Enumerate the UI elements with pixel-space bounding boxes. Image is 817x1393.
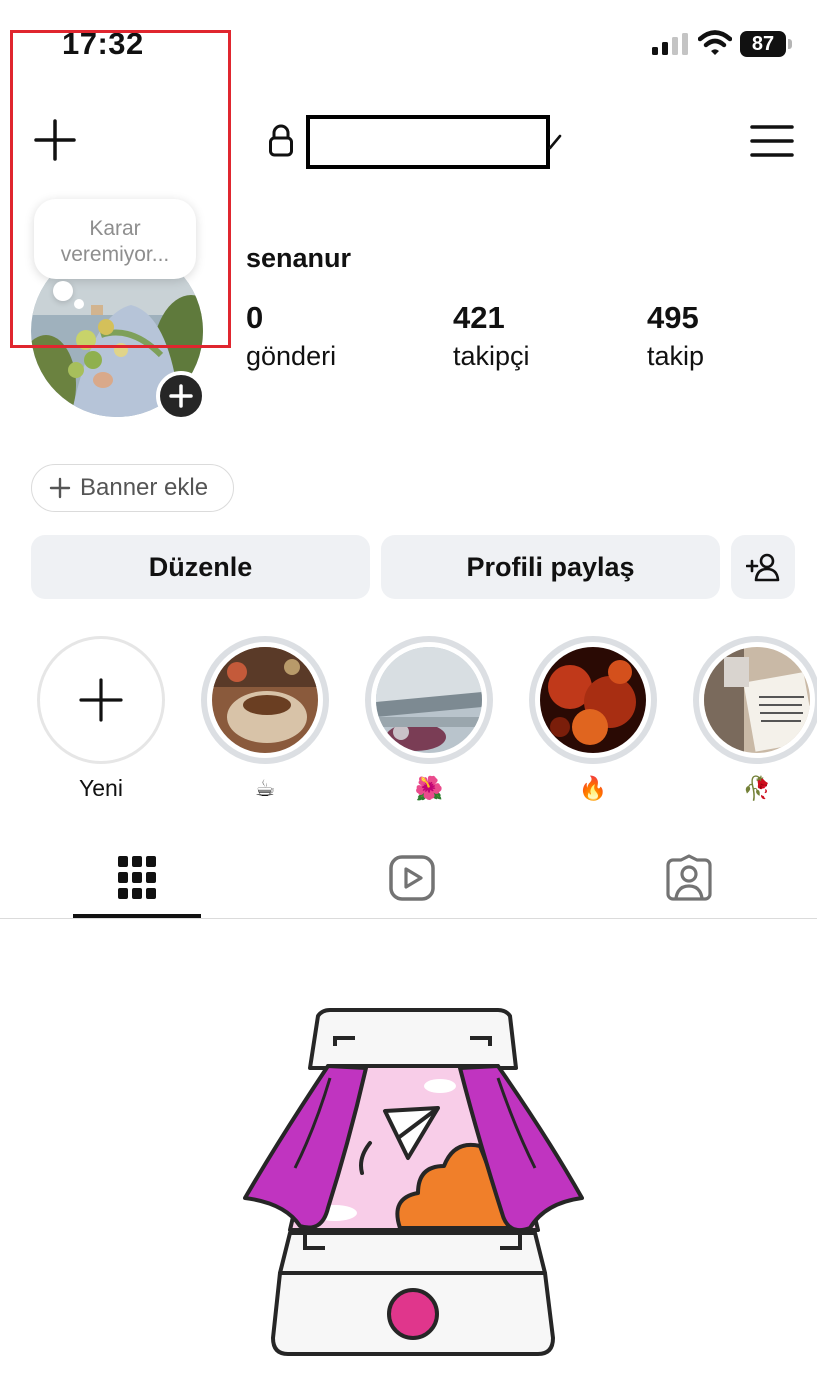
reels-icon bbox=[389, 855, 435, 901]
tab-divider bbox=[0, 918, 817, 919]
display-name: senanur bbox=[246, 243, 352, 273]
highlight-coffee[interactable]: ☕ bbox=[201, 636, 329, 802]
hamburger-icon[interactable] bbox=[750, 123, 794, 159]
share-profile-button[interactable]: Profili paylaş bbox=[381, 535, 720, 599]
highlight-label: ☕ bbox=[254, 775, 276, 801]
stat-posts[interactable]: 0 gönderi bbox=[246, 300, 336, 374]
note-bubble-tail bbox=[53, 281, 73, 301]
highlight-fire[interactable]: 🔥 bbox=[529, 636, 657, 802]
share-profile-label: Profili paylaş bbox=[466, 551, 635, 582]
status-time: 17:32 bbox=[62, 26, 144, 61]
tagged-icon bbox=[666, 854, 712, 901]
stat-posts-label: gönderi bbox=[246, 341, 337, 371]
add-banner-label: Banner ekle bbox=[80, 474, 209, 501]
lock-icon bbox=[269, 124, 293, 157]
username-redacted[interactable] bbox=[306, 115, 550, 169]
tab-tagged[interactable] bbox=[659, 848, 719, 908]
battery-level: 87 bbox=[751, 33, 775, 55]
stat-followers[interactable]: 421 takipçi bbox=[453, 300, 530, 374]
plus-icon[interactable] bbox=[33, 118, 77, 162]
stat-posts-value: 0 bbox=[246, 300, 264, 335]
note-text-line2: veremiyor... bbox=[60, 243, 170, 266]
note-text-line1: Karar bbox=[89, 217, 141, 240]
note-bubble[interactable]: Karar veremiyor... bbox=[34, 199, 196, 279]
add-story-button[interactable] bbox=[156, 371, 206, 421]
empty-posts-illustration bbox=[243, 1008, 584, 1356]
plus-icon bbox=[49, 477, 71, 499]
wifi-icon bbox=[698, 30, 732, 55]
highlight-label: 🔥 bbox=[578, 775, 608, 801]
battery-icon: 87 bbox=[740, 31, 792, 57]
add-person-icon bbox=[746, 553, 780, 582]
highlight-new[interactable]: Yeni bbox=[37, 636, 165, 802]
highlight-label: 🥀 bbox=[742, 775, 772, 801]
highlight-label: 🌺 bbox=[414, 775, 444, 801]
discover-people-button[interactable] bbox=[731, 535, 795, 599]
stat-followers-label: takipçi bbox=[453, 341, 530, 371]
stat-following-label: takip bbox=[647, 341, 705, 371]
edit-profile-button[interactable]: Düzenle bbox=[31, 535, 370, 599]
signal-icon bbox=[652, 33, 688, 55]
highlight-rose[interactable]: 🥀 bbox=[693, 636, 817, 802]
edit-profile-label: Düzenle bbox=[148, 551, 253, 582]
stat-followers-value: 421 bbox=[453, 300, 505, 335]
stat-following[interactable]: 495 takip bbox=[647, 300, 704, 374]
note-bubble-tail-small bbox=[74, 299, 84, 309]
stat-following-value: 495 bbox=[647, 300, 699, 335]
chevron-down-icon[interactable] bbox=[548, 130, 562, 152]
tab-reels[interactable] bbox=[382, 848, 442, 908]
add-banner-button[interactable]: Banner ekle bbox=[31, 464, 234, 512]
grid-icon bbox=[118, 856, 156, 899]
highlight-flower[interactable]: 🌺 bbox=[365, 636, 493, 802]
highlight-label: Yeni bbox=[79, 775, 123, 801]
tab-posts-grid[interactable] bbox=[107, 848, 167, 908]
plus-icon bbox=[79, 678, 123, 722]
